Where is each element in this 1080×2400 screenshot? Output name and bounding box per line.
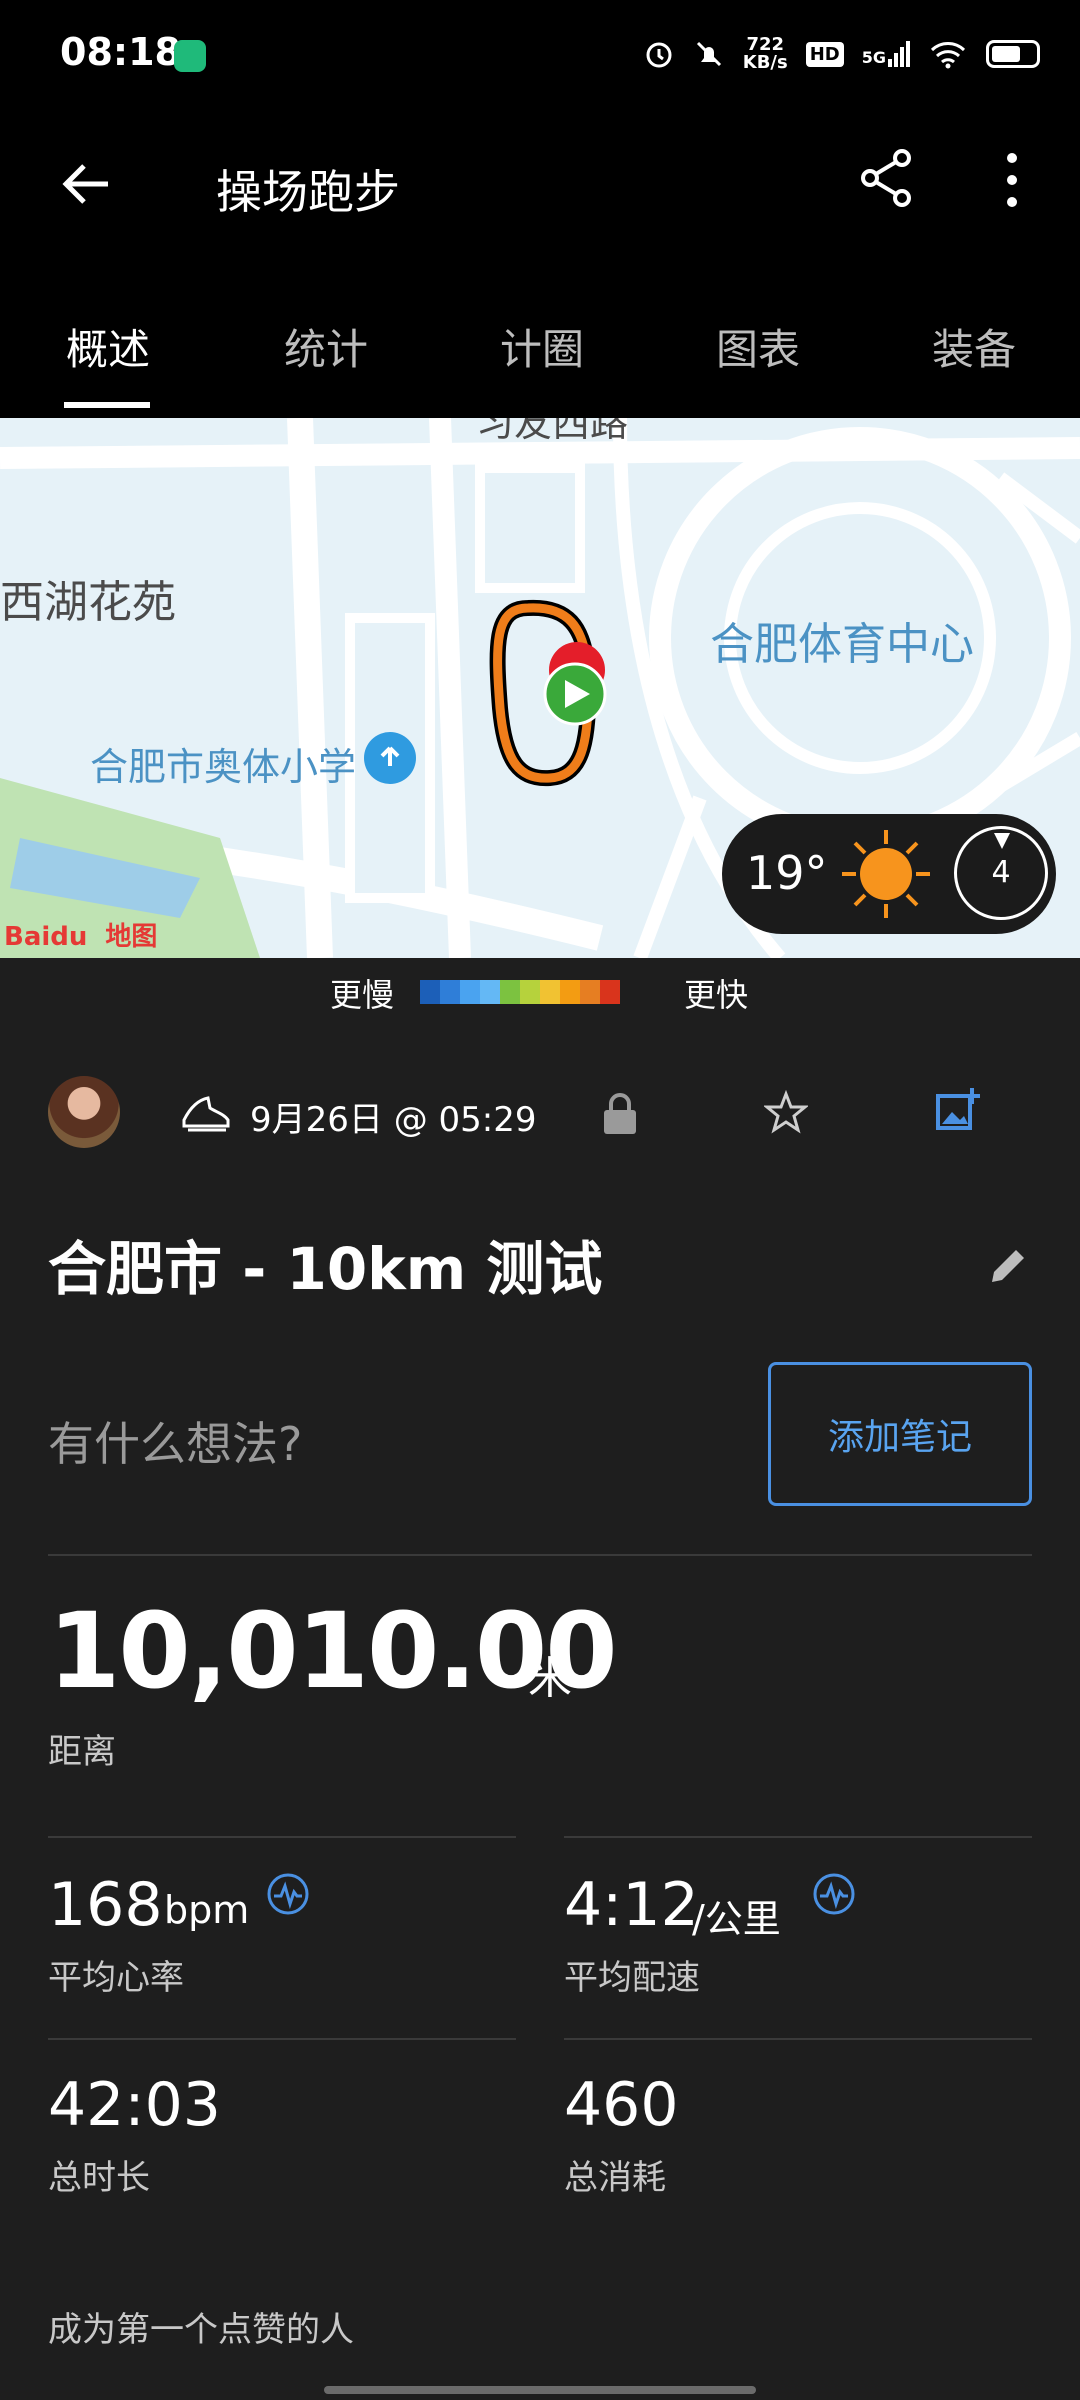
pace-color-swatch: [440, 980, 460, 1004]
status-bar: 08:18 722 KB/s HD 5G: [0, 0, 1080, 110]
running-shoe-icon: [182, 1096, 230, 1132]
wind-speed: 4: [991, 855, 1011, 890]
heart-rate-pulse-icon[interactable]: [266, 1872, 310, 1916]
baidu-logo-text: Baidu: [4, 922, 88, 952]
battery-icon: [986, 40, 1040, 68]
status-icons: 722 KB/s HD 5G: [643, 36, 1040, 72]
divider: [48, 1836, 516, 1838]
map-label-garden: 西湖花苑: [0, 577, 176, 628]
pace-color-swatch: [560, 980, 580, 1004]
activity-name: 合肥市 - 10km 测试: [48, 1235, 603, 1303]
pace-color-scale: [420, 980, 620, 1004]
likes-prompt[interactable]: 成为第一个点赞的人: [48, 2302, 354, 2351]
temperature: 19°: [746, 846, 828, 900]
baidu-logo: Baidu 地图: [4, 916, 157, 953]
pace-pulse-icon[interactable]: [812, 1872, 856, 1916]
map-label-sports-center: 合肥体育中心: [710, 619, 974, 670]
avg-heart-rate-unit: bpm: [164, 1888, 250, 1932]
alarm-icon: [646, 42, 672, 68]
divider: [48, 1554, 1032, 1556]
status-time: 08:18: [60, 30, 181, 74]
pace-color-swatch: [520, 980, 540, 1004]
total-duration-value: 42:03: [48, 2070, 221, 2140]
avg-pace-unit: /公里: [692, 1897, 781, 1941]
pace-color-swatch: [540, 980, 560, 1004]
legend-slower: 更慢: [330, 976, 395, 1014]
distance-label: 距离: [48, 1732, 116, 1772]
pace-color-swatch: [580, 980, 600, 1004]
wifi-icon: [930, 42, 966, 69]
pace-color-swatch: [460, 980, 480, 1004]
avg-pace-value: 4:12: [564, 1870, 699, 1940]
mute-bell-icon: [696, 41, 721, 67]
pace-legend: 更慢 更快: [0, 960, 1080, 1030]
avg-pace-label: 平均配速: [564, 1958, 700, 1998]
hd-icon: HD: [805, 41, 844, 67]
divider: [564, 1836, 1032, 1838]
tab-gear[interactable]: 装备: [932, 316, 1016, 377]
page-title: 操场跑步: [216, 165, 400, 219]
activity-datetime: 9月26日 @ 05:29: [250, 1100, 537, 1140]
back-arrow-icon[interactable]: [56, 154, 116, 214]
divider: [564, 2038, 1032, 2040]
avg-heart-rate-label: 平均心率: [48, 1958, 184, 1998]
wind-direction-icon: [994, 833, 1010, 849]
pace-color-swatch: [420, 980, 440, 1004]
net-speed-unit: KB/s: [742, 52, 788, 73]
app-notification-icon: [174, 40, 206, 72]
star-icon[interactable]: [764, 1090, 808, 1134]
thought-prompt[interactable]: 有什么想法?: [48, 1408, 302, 1474]
pace-color-swatch: [600, 980, 620, 1004]
total-calories-value: 460: [564, 2070, 679, 2140]
total-duration-label: 总时长: [48, 2158, 150, 2198]
tab-bar: 概述 统计 计圈 图表 装备: [0, 290, 1080, 420]
tab-stats[interactable]: 统计: [284, 316, 368, 377]
tab-laps[interactable]: 计圈: [500, 316, 584, 377]
map-label-road: 习友西路: [476, 418, 629, 445]
add-photo-icon[interactable]: [934, 1086, 982, 1134]
tab-overview[interactable]: 概述: [66, 316, 150, 377]
baidu-logo-map: 地图: [105, 922, 158, 952]
share-icon[interactable]: [856, 146, 920, 210]
network-speed: 722 KB/s: [743, 36, 788, 72]
avg-heart-rate-value: 168: [48, 1870, 163, 1940]
pace-color-swatch: [480, 980, 500, 1004]
distance-unit: 米: [528, 1653, 572, 1704]
app-bar: 操场跑步: [0, 110, 1080, 290]
legend-faster: 更快: [684, 976, 749, 1014]
total-calories-label: 总消耗: [564, 2158, 666, 2198]
map-label-school: 合肥市奥体小学: [90, 745, 357, 789]
signal-icon: 5G: [862, 41, 910, 67]
signal-label: 5G: [861, 48, 886, 67]
sun-icon: [842, 830, 930, 918]
add-note-button[interactable]: 添加笔记: [768, 1362, 1032, 1506]
tab-charts[interactable]: 图表: [716, 316, 800, 377]
home-indicator[interactable]: [324, 2386, 756, 2394]
edit-pencil-icon[interactable]: [986, 1244, 1030, 1288]
weather-badge: 19° 4: [722, 814, 1056, 934]
avatar[interactable]: [48, 1076, 120, 1148]
more-options-icon[interactable]: [1000, 150, 1024, 210]
lock-icon[interactable]: [602, 1092, 638, 1136]
active-tab-indicator: [64, 402, 150, 408]
wind-indicator: 4: [954, 826, 1048, 920]
pace-color-swatch: [500, 980, 520, 1004]
divider: [48, 2038, 516, 2040]
